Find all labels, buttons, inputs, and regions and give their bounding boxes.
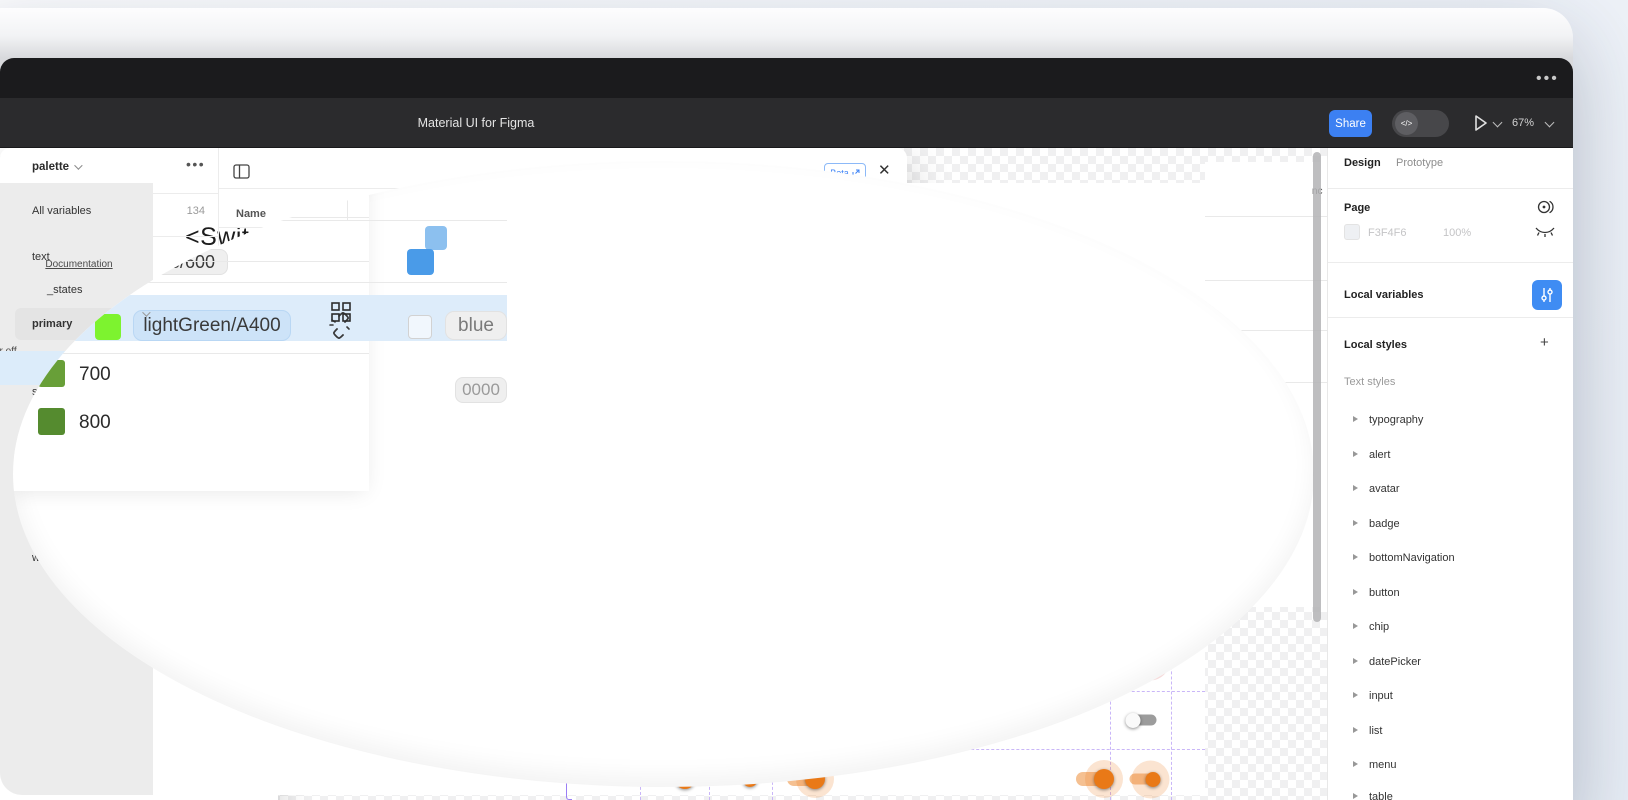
zoom-level[interactable]: 67%: [1512, 117, 1534, 129]
chevron-right-icon[interactable]: [1353, 761, 1358, 767]
file-title: Material UI for Figma: [406, 116, 546, 130]
style-item[interactable]: bottomNavigation: [1369, 552, 1455, 564]
tab-design[interactable]: Design: [1344, 157, 1381, 169]
chevron-right-icon[interactable]: [1353, 692, 1358, 698]
value-chip-selected[interactable]: lightGreen/A400: [133, 310, 291, 341]
chevron-right-icon[interactable]: [1353, 451, 1358, 457]
library-row-label[interactable]: 700: [79, 364, 111, 386]
style-item[interactable]: avatar: [1369, 483, 1400, 495]
sliders-icon: [1540, 287, 1554, 303]
tab-libraries[interactable]: Libraries: [125, 177, 197, 197]
color-swatch-blue400-magnified: [407, 249, 434, 275]
chevron-right-icon[interactable]: [1353, 793, 1358, 799]
page-section-label: Page: [1344, 202, 1370, 214]
screenshot-stage: ••• Material UI for Figma Share </> 67% …: [0, 0, 1628, 800]
search-icon: [39, 246, 60, 267]
search-input[interactable]: Search: [78, 230, 135, 251]
eye-closed-icon[interactable]: [1535, 226, 1555, 238]
switch-toggle[interactable]: [1130, 715, 1157, 726]
page-preview-icon[interactable]: [1536, 199, 1556, 215]
style-item[interactable]: menu: [1369, 759, 1397, 771]
collection-menu-icon[interactable]: •••: [186, 156, 205, 172]
figma-canvas[interactable]: nc Documentation or off. <Switch>: [0, 148, 1327, 800]
close-icon[interactable]: ✕: [878, 161, 891, 179]
color-swatch-700: [38, 360, 65, 387]
color-swatch-ghost: [408, 315, 432, 339]
chevron-right-icon[interactable]: [1353, 589, 1358, 595]
color-swatch-800: [38, 408, 65, 435]
chevron-right-icon[interactable]: [1353, 727, 1358, 733]
play-icon[interactable]: [1473, 114, 1489, 132]
page-opacity[interactable]: 100%: [1443, 227, 1471, 239]
library-row-label[interactable]: 800: [79, 412, 111, 434]
chevron-down-icon: [74, 161, 82, 169]
add-style-button[interactable]: +: [1540, 334, 1549, 351]
toggle-panel-icon[interactable]: [233, 164, 250, 179]
page-color-swatch[interactable]: [1344, 224, 1360, 240]
text-styles-label: Text styles: [1344, 376, 1395, 388]
style-item[interactable]: button: [1369, 587, 1400, 599]
switch-toggle[interactable]: [1130, 774, 1157, 785]
share-button[interactable]: Share: [1329, 110, 1372, 137]
dev-mode-toggle[interactable]: </>: [1392, 110, 1449, 137]
style-item[interactable]: input: [1369, 690, 1393, 702]
tab-custom[interactable]: Custom: [38, 178, 97, 198]
style-item[interactable]: badge: [1369, 518, 1400, 530]
style-item[interactable]: alert: [1369, 449, 1390, 461]
local-variables-button[interactable]: [1532, 280, 1562, 310]
color-swatch-lightgreen: [95, 314, 121, 340]
text-cursor: [72, 227, 74, 251]
chevron-right-icon[interactable]: [1353, 658, 1358, 664]
color-swatch-blue200-magnified: [425, 226, 447, 250]
chevron-right-icon[interactable]: [1353, 416, 1358, 422]
chevron-right-icon[interactable]: [1353, 485, 1358, 491]
local-styles-label: Local styles: [1344, 339, 1407, 351]
browser-titlebar: •••: [0, 58, 1573, 98]
canvas-scrollbar[interactable]: [1313, 152, 1321, 622]
value-chip-magnified[interactable]: blue/600: [133, 249, 228, 275]
page-color-hex[interactable]: F3F4F6: [1368, 227, 1407, 239]
local-variables-label: Local variables: [1344, 289, 1424, 301]
tab-prototype[interactable]: Prototype: [1396, 157, 1443, 169]
style-item[interactable]: list: [1369, 725, 1382, 737]
switch-toggle[interactable]: [1076, 772, 1110, 786]
nav-all-variables[interactable]: All variables: [32, 205, 91, 217]
code-icon: </>: [1395, 112, 1418, 135]
style-item[interactable]: table: [1369, 791, 1393, 800]
chevron-right-icon[interactable]: [1353, 520, 1358, 526]
magnified-content: eepOrange/500 blue/600 lightGreen/A400: [13, 161, 1314, 787]
inspector-sidebar: Design Prototype Page F3F4F6 100% Local …: [1327, 148, 1573, 800]
value-chip-magnified: blue: [445, 311, 507, 340]
style-item[interactable]: chip: [1369, 621, 1389, 633]
grid-view-icon[interactable]: [331, 302, 351, 322]
style-item[interactable]: typography: [1369, 414, 1423, 426]
close-icon[interactable]: ✕: [333, 173, 351, 199]
collection-dropdown[interactable]: palette: [32, 161, 80, 173]
style-item[interactable]: datePicker: [1369, 656, 1421, 668]
chevron-right-icon[interactable]: [1353, 623, 1358, 629]
window-menu-icon[interactable]: •••: [1536, 74, 1559, 84]
chevron-right-icon[interactable]: [1353, 554, 1358, 560]
value-chip-fragment: 0000: [455, 377, 507, 403]
